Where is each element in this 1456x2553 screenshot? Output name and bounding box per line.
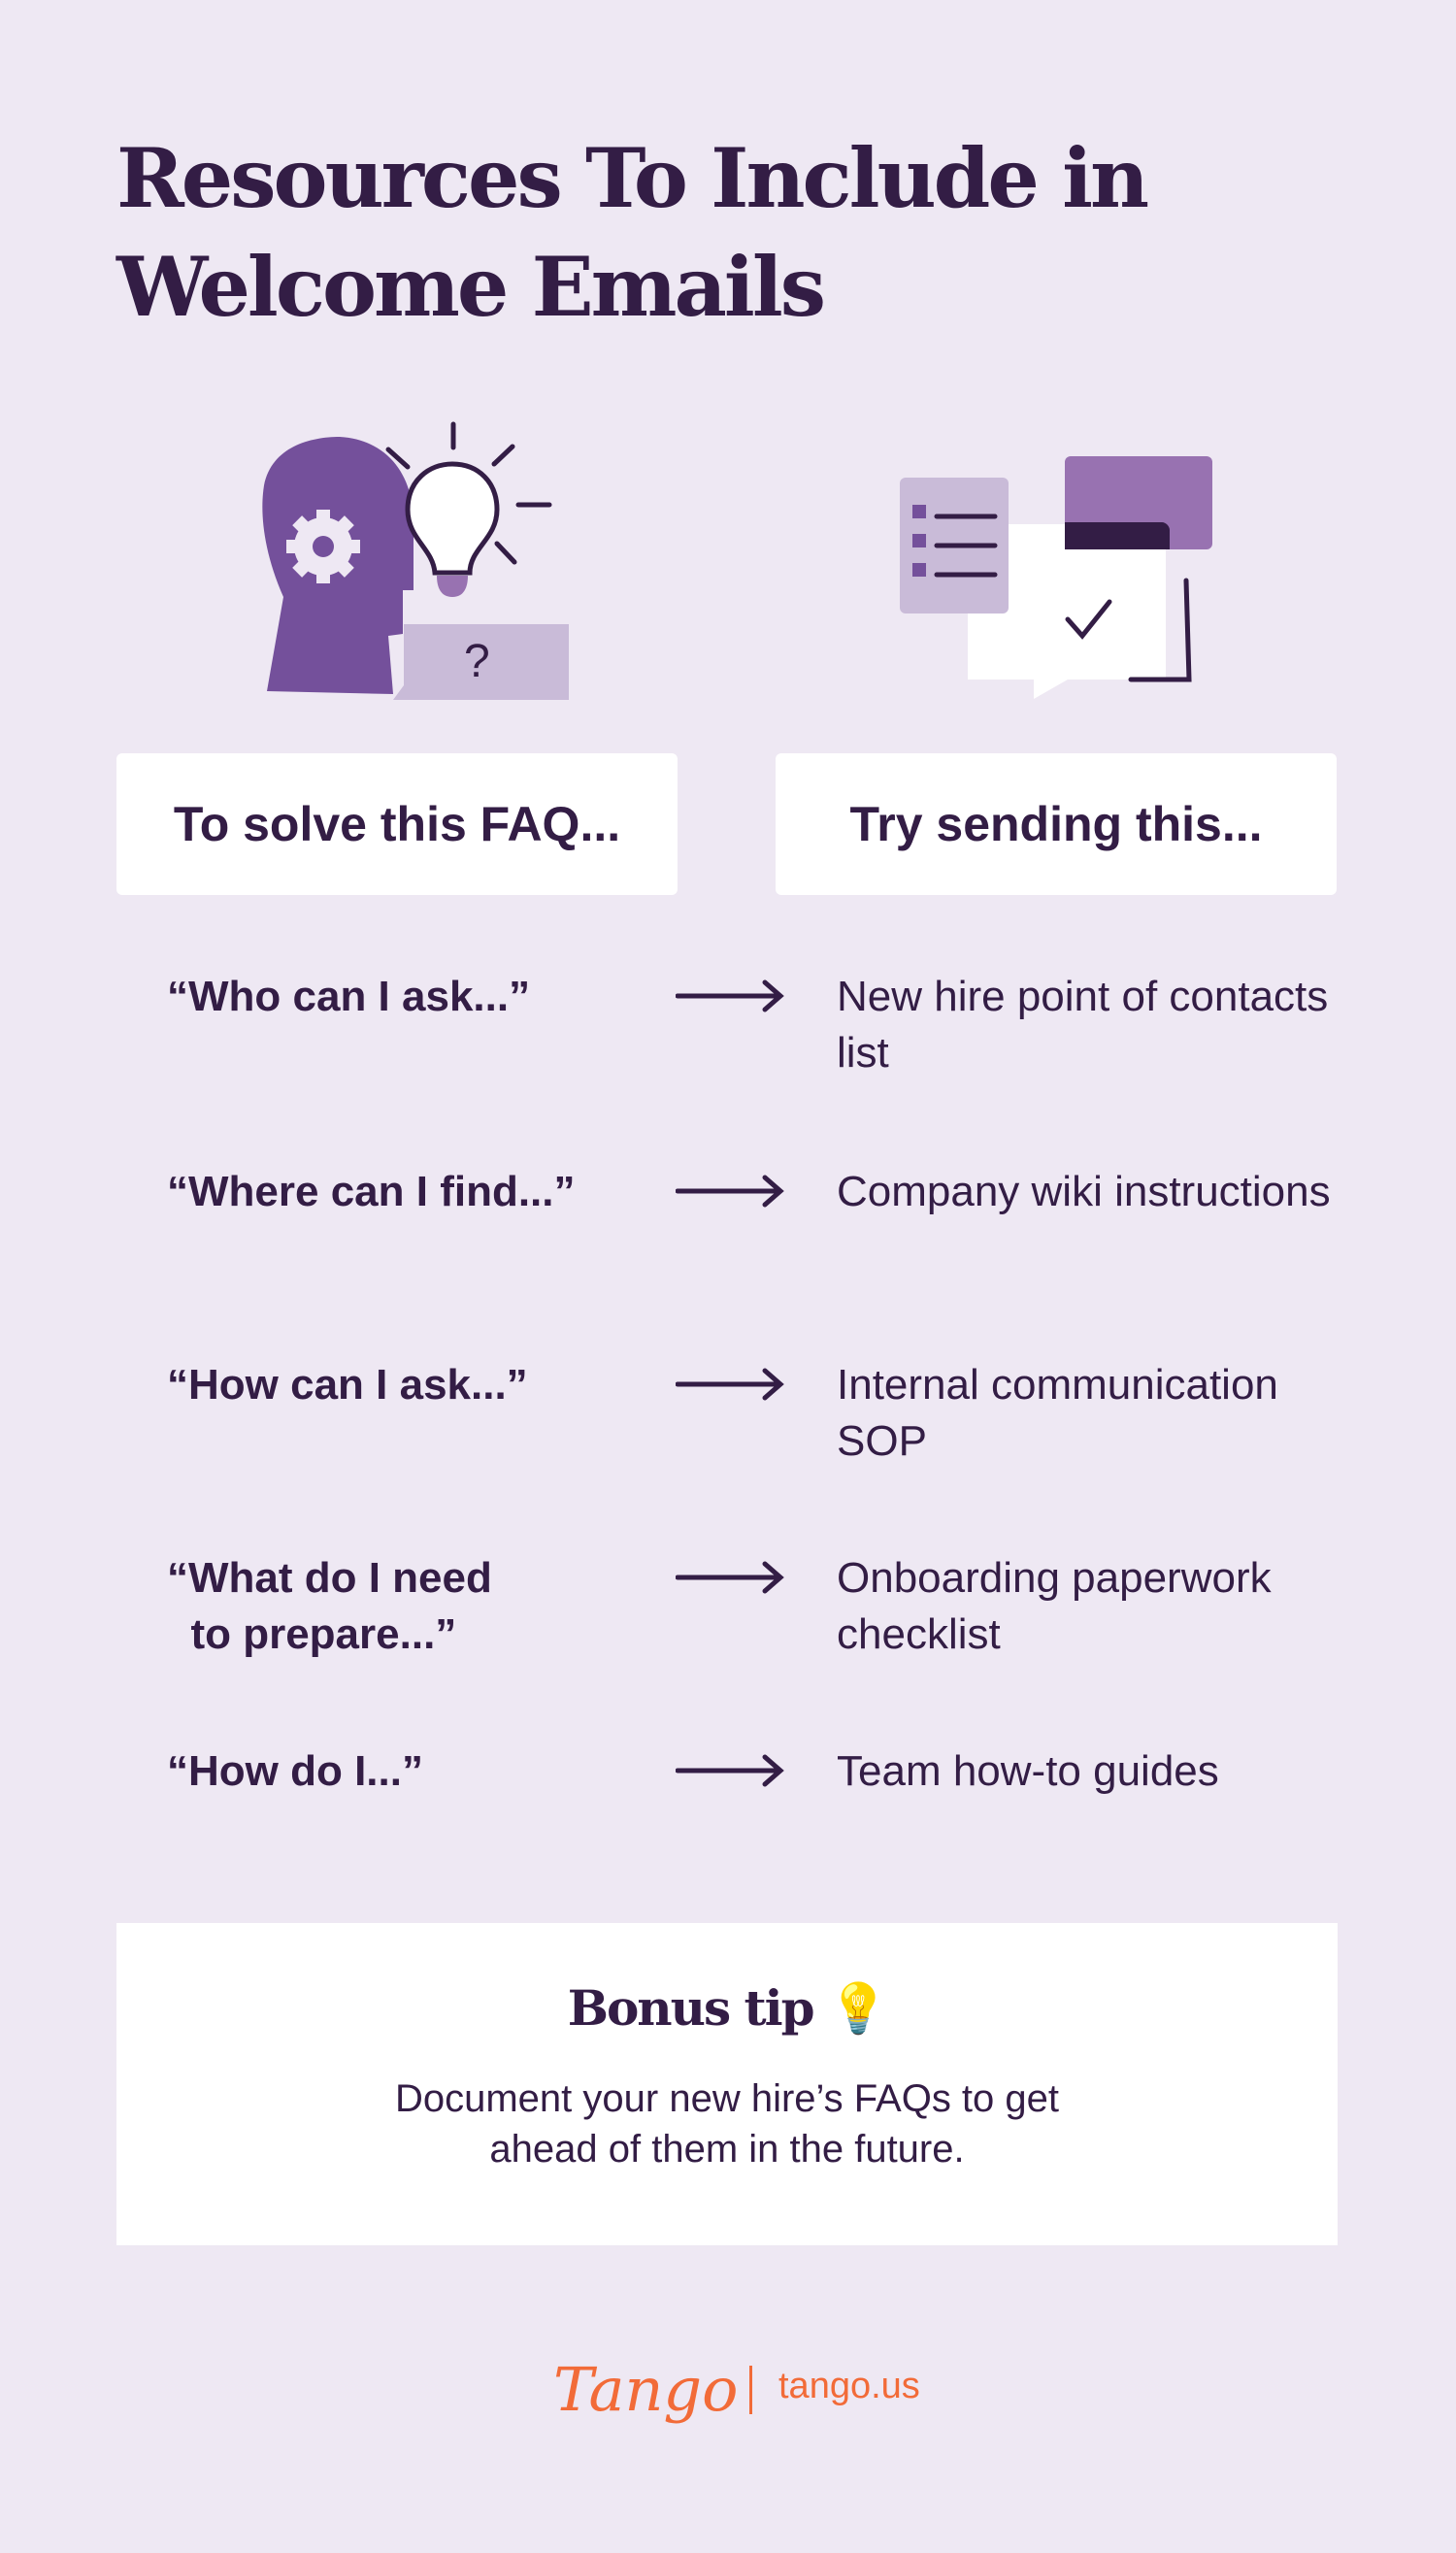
arrow-right-icon	[676, 979, 784, 1012]
faq-text: “What do I need to prepare...”	[167, 1554, 492, 1658]
arrow-right-icon	[676, 1368, 784, 1401]
gear-icon	[286, 510, 360, 583]
bonus-tip-heading: Bonus tip 💡	[116, 1979, 1338, 2038]
page-title: Resources To Include in Welcome Emails	[116, 130, 1149, 335]
svg-text:?: ?	[464, 636, 490, 687]
bonus-tip-card: Bonus tip 💡 Document your new hire’s FAQ…	[116, 1923, 1338, 2245]
header-faq: To solve this FAQ...	[116, 753, 678, 895]
bonus-tip-text: Document your new hire’s FAQs to get ahe…	[394, 2077, 1060, 2171]
checklist-icon	[900, 478, 1009, 613]
checklist-chat-illustration	[900, 456, 1212, 699]
faq-text: “Who can I ask...”	[167, 973, 531, 1020]
resource-text: Team how-to guides	[837, 1747, 1219, 1795]
footer-url-link[interactable]: tango.us	[778, 2366, 920, 2407]
lightbulb-emoji-icon: 💡	[828, 1980, 888, 2037]
message-card-icon	[1065, 456, 1212, 549]
footer-divider	[749, 2366, 752, 2414]
head-gear-lightbulb-illustration: ?	[262, 421, 569, 700]
arrow-right-icon	[676, 1175, 784, 1208]
resource-text: Company wiki instructions	[837, 1168, 1331, 1215]
faq-text: “How do I...”	[167, 1747, 423, 1795]
resource-text: Internal communication SOP	[837, 1361, 1278, 1465]
resource-text: New hire point of contacts list	[837, 973, 1329, 1077]
arrow-right-icon	[676, 1561, 784, 1594]
bonus-tip-title: Bonus tip	[567, 1979, 815, 2037]
footer: Tango tango.us	[0, 2354, 1456, 2432]
resource-text: Onboarding paperwork checklist	[837, 1554, 1272, 1658]
header-resource: Try sending this...	[776, 753, 1337, 895]
faq-text: “How can I ask...”	[167, 1361, 528, 1409]
arrow-right-icon	[676, 1754, 784, 1787]
tango-logo[interactable]: Tango	[553, 2354, 738, 2425]
faq-text: “Where can I find...”	[167, 1168, 576, 1215]
bonus-tip-body: Document your new hire’s FAQs to get ahe…	[116, 2073, 1338, 2174]
